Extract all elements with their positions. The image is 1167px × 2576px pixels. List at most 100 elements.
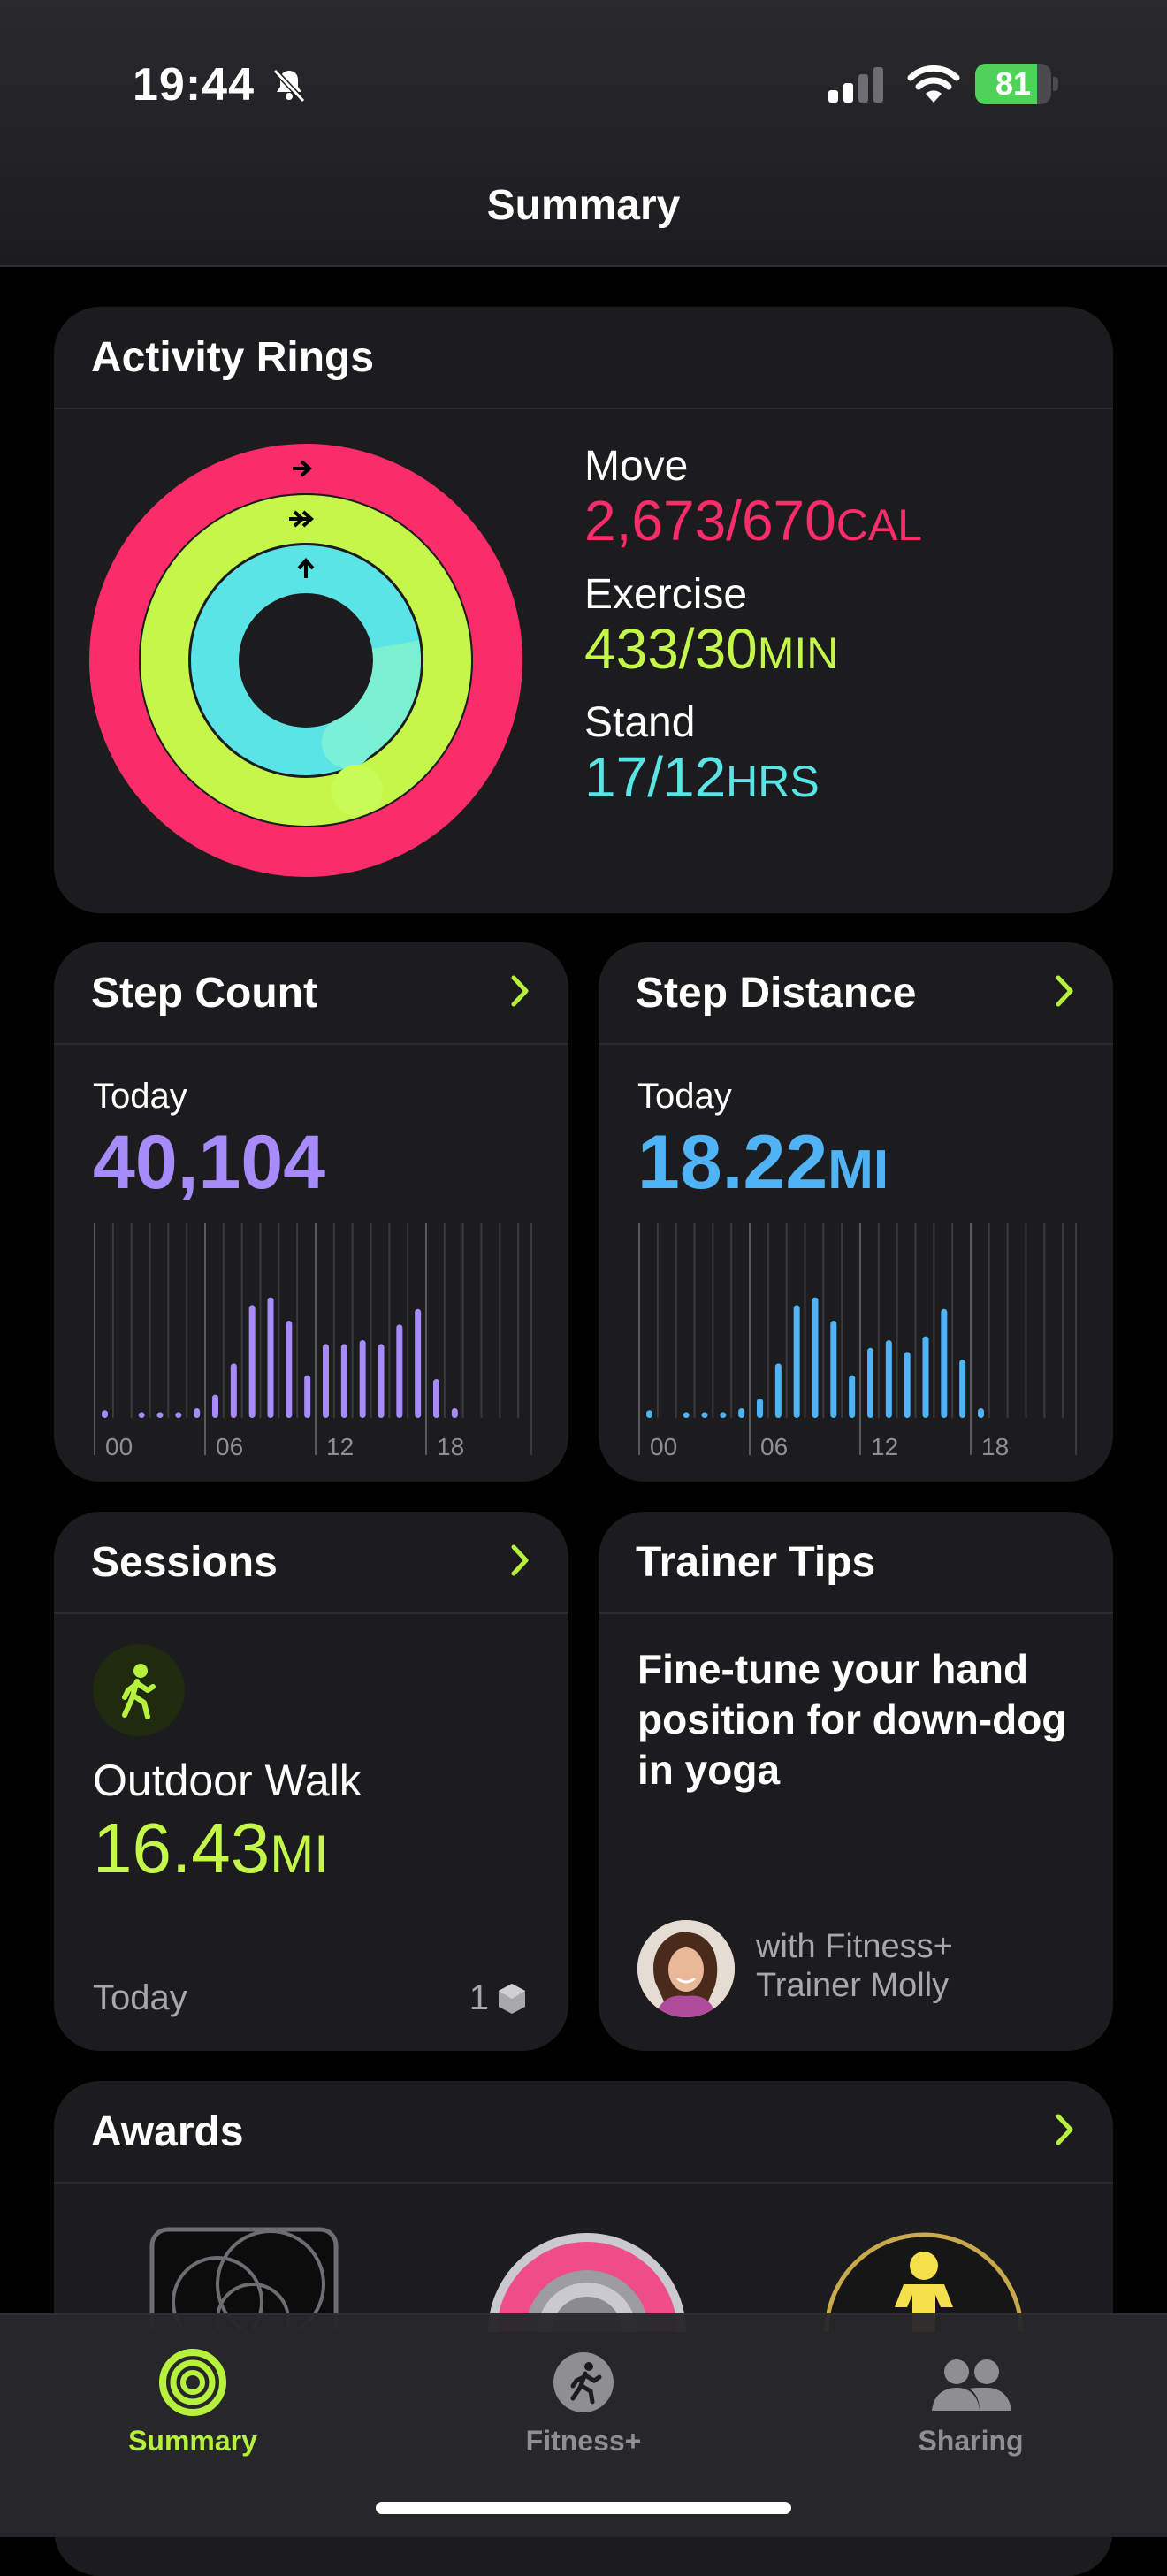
chevron-right-icon[interactable] (1051, 971, 1078, 1011)
chevron-right-icon[interactable] (507, 1540, 533, 1581)
tab-fitness-plus[interactable]: Fitness+ (477, 2315, 690, 2492)
step-count-card[interactable]: Step Count Today 40,104 00 06 12 18 (54, 942, 568, 1482)
step-count-chart-bar (212, 1394, 218, 1418)
step-count-chart-bar (378, 1344, 385, 1418)
step-distance-title: Step Distance (636, 970, 917, 1017)
wifi-icon (907, 65, 960, 103)
step-distance-chart-bar (885, 1340, 892, 1418)
exercise-label: Exercise (584, 571, 748, 618)
step-distance-chart-bar (867, 1347, 873, 1418)
step-count-chart-bar (433, 1379, 439, 1418)
home-indicator (376, 2502, 791, 2514)
page-title: Summary (486, 182, 681, 229)
session-workout-name: Outdoor Walk (93, 1756, 362, 1805)
step-distance-chart-bar (701, 1412, 708, 1418)
step-count-chart-bar (286, 1321, 293, 1418)
step-count-chart-bar (340, 1344, 347, 1418)
activity-rings-card[interactable]: Activity Rings Move 2,673/670CAL Exercis… (54, 307, 1113, 913)
step-count-chart-bar (415, 1308, 422, 1418)
step-distance-chart-tick-label: 12 (871, 1433, 898, 1460)
trainer-tips-header: Trainer Tips (599, 1512, 1113, 1614)
step-count-chart-tick-label: 12 (326, 1433, 354, 1460)
sharing-icon (932, 2359, 1011, 2411)
step-count-chart-bar (156, 1412, 164, 1418)
step-count-chart-bar (396, 1324, 403, 1418)
step-count-header: Step Count (54, 942, 568, 1045)
step-count-chart-bar (267, 1297, 274, 1418)
step-distance-chart-bar (849, 1375, 856, 1418)
stand-label: Stand (584, 699, 696, 746)
step-distance-chart: 00 06 12 18 (638, 1223, 1077, 1460)
step-count-chart-bar (359, 1340, 366, 1418)
activity-rings-icon (159, 2349, 226, 2416)
step-distance-value: 18.22MI (637, 1120, 889, 1205)
step-distance-chart-bar (793, 1305, 800, 1418)
trainer-credit: with Fitness+ Trainer Molly (756, 1928, 953, 2004)
tab-summary-label: Summary (128, 2425, 257, 2457)
awards-header: Awards (54, 2081, 1113, 2184)
step-distance-card[interactable]: Step Distance Today 18.22MI 00 06 12 18 (599, 942, 1113, 1482)
step-count-chart-bar (304, 1375, 311, 1418)
sessions-card[interactable]: Sessions Outdoor Walk 16.43MI Today 1 (54, 1512, 568, 2051)
step-distance-chart-tick-label: 00 (650, 1433, 677, 1460)
session-date: Today (93, 1978, 187, 2017)
trainer-tip-text: Fine-tune your hand position for down-do… (637, 1646, 1067, 1793)
step-distance-chart-bar (959, 1360, 966, 1418)
step-distance-chart-bar (922, 1336, 929, 1418)
trainer-avatar (637, 1920, 735, 2017)
step-distance-chart-bar (646, 1410, 652, 1418)
session-distance: 16.43MI (93, 1809, 329, 1887)
step-distance-chart-bar (978, 1408, 984, 1418)
chevron-right-icon[interactable] (507, 971, 533, 1011)
step-distance-chart-bar (812, 1297, 819, 1418)
step-count-title: Step Count (91, 970, 317, 1017)
session-count: 1 (469, 1978, 489, 2017)
step-count-chart-bar (451, 1408, 458, 1418)
status-time: 19:44 (133, 59, 255, 111)
step-count-chart-bar (175, 1412, 182, 1418)
step-distance-chart-bar (904, 1352, 911, 1418)
workout-badge-icon (499, 1984, 525, 2014)
tab-fitness-plus-label: Fitness+ (525, 2425, 642, 2457)
step-count-chart-bar (102, 1410, 108, 1418)
step-count-chart-tick-label: 06 (216, 1433, 243, 1460)
step-distance-chart-tick-label: 18 (981, 1433, 1009, 1460)
step-count-chart-bar (194, 1408, 201, 1418)
step-distance-chart-bar (941, 1308, 948, 1418)
top-bar: 19:44 81 Summary (0, 0, 1167, 267)
step-distance-chart-tick-label: 06 (760, 1433, 788, 1460)
tab-summary[interactable]: Summary (87, 2315, 299, 2492)
battery-level: 81 (995, 65, 1032, 102)
sessions-title: Sessions (91, 1539, 278, 1586)
sessions-header: Sessions (54, 1512, 568, 1614)
step-count-chart-tick-label: 18 (437, 1433, 464, 1460)
step-count-value: 40,104 (93, 1120, 326, 1205)
move-label: Move (584, 443, 689, 490)
activity-rings-header: Activity Rings (54, 307, 1113, 409)
tab-sharing[interactable]: Sharing (865, 2315, 1077, 2492)
fitness-plus-icon (553, 2352, 614, 2412)
step-distance-period: Today (637, 1077, 732, 1116)
chevron-right-icon[interactable] (1051, 2109, 1078, 2150)
cellular-signal-icon (828, 67, 883, 103)
step-distance-chart-bar (830, 1321, 837, 1418)
step-count-chart-bar (138, 1412, 145, 1418)
step-count-chart-bar (323, 1344, 329, 1418)
battery-icon: 81 (975, 64, 1058, 104)
step-count-chart-tick-label: 00 (105, 1433, 133, 1460)
trainer-tips-title: Trainer Tips (636, 1539, 876, 1586)
activity-rings-title: Activity Rings (91, 334, 375, 381)
outdoor-walk-icon (93, 1644, 185, 1736)
step-distance-header: Step Distance (599, 942, 1113, 1045)
step-count-chart-bar (248, 1305, 256, 1418)
step-count-chart-bar (230, 1363, 237, 1418)
award-badge-rings-icon (149, 2227, 339, 2328)
step-distance-chart-bar (720, 1412, 727, 1418)
step-count-period: Today (93, 1077, 187, 1116)
trainer-tips-card[interactable]: Trainer Tips Fine-tune your hand positio… (599, 1512, 1113, 2051)
move-value: 2,673/670CAL (584, 489, 922, 553)
step-distance-chart-bar (774, 1363, 782, 1418)
step-distance-chart-bar (683, 1412, 690, 1418)
awards-title: Awards (91, 2108, 244, 2155)
silent-mode-icon (272, 68, 306, 103)
